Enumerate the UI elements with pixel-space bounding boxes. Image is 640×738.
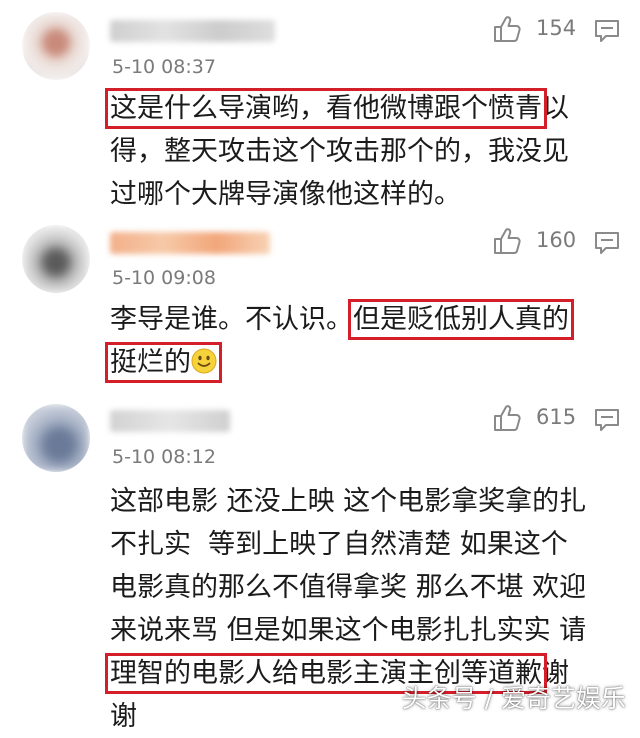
highlighted-text: 这是什么导演哟，看他微博跟个愤青 — [105, 88, 547, 129]
thumbs-up-icon[interactable] — [492, 14, 522, 44]
thumbs-up-icon[interactable] — [492, 403, 522, 433]
avatar[interactable] — [22, 225, 90, 293]
watermark: 头条号 / 爱奇艺娱乐 — [401, 684, 626, 713]
like-count: 154 — [536, 16, 577, 40]
highlighted-text: 但是贬低别人真的 — [348, 299, 574, 340]
timestamp: 5-10 08:37 — [112, 56, 216, 78]
avatar[interactable] — [22, 404, 90, 472]
like-count: 160 — [536, 228, 577, 252]
comment-body: 李导是谁。不认识。但是贬低别人真的 挺烂的 — [105, 299, 574, 383]
avatar[interactable] — [22, 12, 90, 80]
highlighted-text: 挺烂的 — [105, 342, 222, 383]
reply-icon[interactable] — [594, 18, 620, 44]
username-blurred[interactable] — [110, 232, 270, 254]
smiley-icon — [191, 348, 217, 374]
timestamp: 5-10 08:12 — [112, 446, 216, 468]
timestamp: 5-10 09:08 — [112, 267, 216, 289]
comment-2: 5-10 09:08 160 李导是谁。不认识。但是贬低别人真的 挺烂的 — [0, 215, 640, 390]
comment-1: 5-10 08:37 154 这是什么导演哟，看他微博跟个愤青以 得，整天攻击这… — [0, 0, 640, 215]
comment-body: 这是什么导演哟，看他微博跟个愤青以 得，整天攻击这个攻击那个的，我没见 过哪个大… — [105, 88, 569, 210]
like-count: 615 — [536, 405, 577, 429]
username-blurred[interactable] — [110, 410, 230, 432]
reply-icon[interactable] — [594, 407, 620, 433]
reply-icon[interactable] — [594, 230, 620, 256]
thumbs-up-icon[interactable] — [492, 226, 522, 256]
username-blurred[interactable] — [110, 20, 275, 42]
